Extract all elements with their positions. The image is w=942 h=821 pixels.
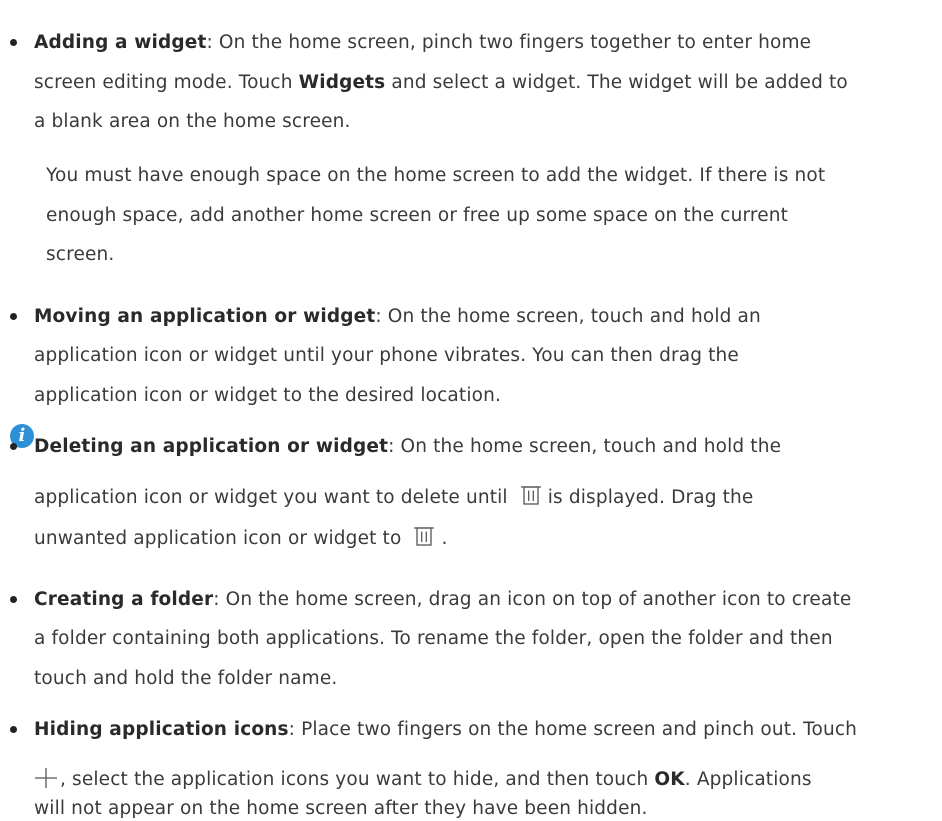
deleting-line-3: unwanted application icon or widget to . (34, 525, 447, 551)
note-line-1: You must have enough space on the home s… (46, 165, 826, 186)
bullet (10, 596, 17, 603)
moving-line-2: application icon or widget until your ph… (34, 345, 739, 366)
moving-line-1: Moving an application or widget: On the … (34, 306, 761, 327)
note-line-3: screen. (46, 244, 115, 265)
adding-widget-title: Adding a widget (34, 32, 207, 53)
adding-widget-line-2: screen editing mode. Touch Widgets and s… (34, 72, 848, 93)
folder-line-1: Creating a folder: On the home screen, d… (34, 589, 852, 610)
plus-icon (35, 768, 57, 788)
ok-keyword: OK (654, 769, 685, 790)
bullet (10, 313, 17, 320)
moving-title: Moving an application or widget (34, 306, 376, 327)
folder-line-3: touch and hold the folder name. (34, 668, 338, 689)
adding-widget-line-3: a blank area on the home screen. (34, 111, 351, 132)
help-document: Adding a widget: On the home screen, pin… (0, 0, 942, 819)
hiding-line-3: will not appear on the home screen after… (34, 798, 648, 819)
folder-line-2: a folder containing both applications. T… (34, 628, 833, 649)
trash-icon (414, 527, 435, 546)
hiding-title: Hiding application icons (34, 719, 289, 740)
bullet (10, 39, 17, 46)
moving-line-3: application icon or widget to the desire… (34, 385, 501, 406)
note-line-2: enough space, add another home screen or… (46, 205, 789, 226)
widgets-keyword: Widgets (298, 72, 386, 93)
folder-title: Creating a folder (34, 589, 214, 610)
hiding-line-1: Hiding application icons: Place two fing… (34, 719, 858, 740)
bullet (10, 443, 17, 450)
deleting-line-2: application icon or widget you want to d… (34, 484, 753, 510)
adding-widget-line-1: Adding a widget: On the home screen, pin… (34, 32, 812, 53)
hiding-line-2: , select the application icons you want … (34, 767, 812, 792)
deleting-line-1: Deleting an application or widget: On th… (34, 436, 782, 457)
bullet (10, 726, 17, 733)
deleting-title: Deleting an application or widget (34, 436, 389, 457)
trash-icon (520, 486, 541, 505)
